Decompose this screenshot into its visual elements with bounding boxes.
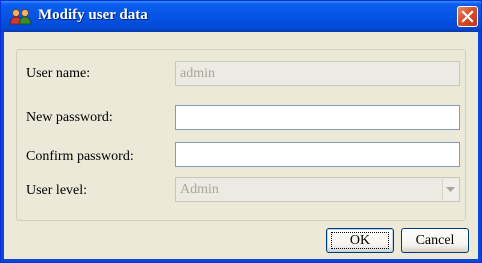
close-button[interactable] <box>457 6 478 27</box>
users-icon <box>10 9 31 25</box>
cancel-label: Cancel <box>415 233 455 248</box>
confirm-password-field[interactable] <box>175 142 460 167</box>
username-label: User name: <box>26 66 91 81</box>
new-password-label: New password: <box>26 110 113 125</box>
new-password-field[interactable] <box>175 105 460 130</box>
user-level-select[interactable]: Admin <box>175 177 460 202</box>
title-bar[interactable]: Modify user data <box>1 1 481 32</box>
cancel-button[interactable]: Cancel <box>401 228 469 253</box>
username-field[interactable]: admin <box>175 61 460 86</box>
close-icon <box>461 10 474 23</box>
dialog-body: User name: admin New password: Confirm p… <box>4 32 478 259</box>
focus-rect <box>331 232 389 249</box>
dialog-window: Modify user data User name: admin New pa… <box>0 0 482 263</box>
user-level-label: User level: <box>26 183 88 198</box>
window-title: Modify user data <box>38 7 148 23</box>
user-level-value: Admin <box>180 182 219 197</box>
ok-button[interactable]: OK <box>326 228 394 253</box>
dropdown-button[interactable] <box>442 179 458 200</box>
chevron-down-icon <box>446 187 455 192</box>
confirm-password-label: Confirm password: <box>26 149 134 164</box>
